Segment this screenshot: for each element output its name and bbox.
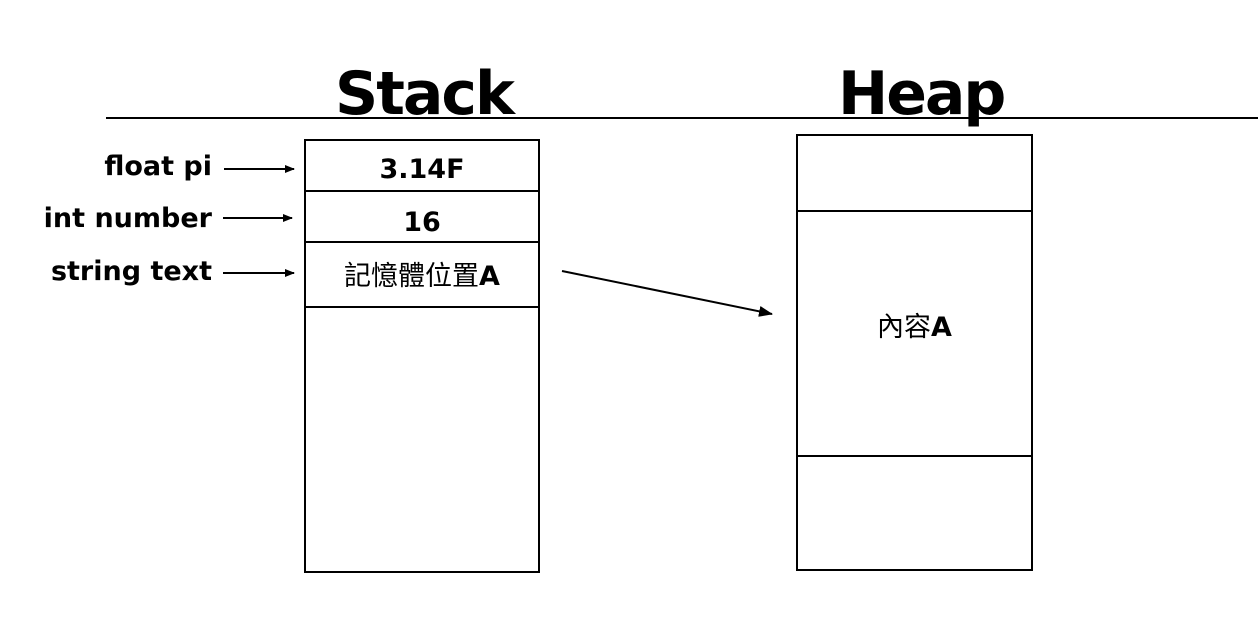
diagram-arrows (223, 165, 773, 317)
arrow-reference-to-heap (561, 270, 773, 317)
